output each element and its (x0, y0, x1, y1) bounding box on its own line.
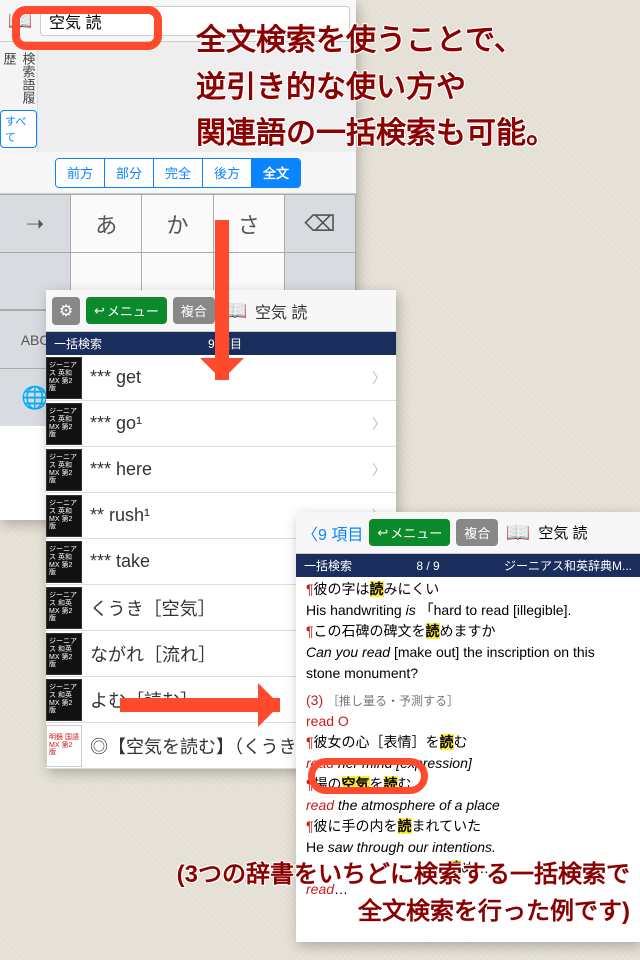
kb-row-1: ➝ あ か さ ⌫ (0, 194, 356, 252)
chevron-right-icon: 〉 (372, 460, 386, 480)
seg-exact[interactable]: 完全 (154, 159, 203, 187)
gear-icon[interactable]: ⚙ (52, 297, 80, 325)
dict-thumb-ej: ジーニアス 英和MX 第2版 (46, 495, 82, 537)
kb-ka[interactable]: か (142, 195, 213, 252)
result-row[interactable]: ジーニアス 英和MX 第2版*** here〉 (46, 447, 396, 493)
banner-pos: 8 / 9 (416, 559, 439, 573)
segment-bar: 前方 部分 完全 後方 全文 (0, 152, 356, 194)
highlight-search (12, 6, 162, 50)
dict-thumb-ej: ジーニアス 英和MX 第2版 (46, 403, 82, 445)
mode-button-2[interactable]: 複合 (173, 297, 215, 324)
dict-thumb-je: ジーニアス 和英MX 第2版 (46, 679, 82, 721)
dict-thumb-ej: ジーニアス 英和MX 第2版 (46, 357, 82, 399)
callout-bottom: (3つの辞書をいちどに検索する一括検索で 全文検索を行った例です) (20, 856, 630, 930)
dict-thumb-je: ジーニアス 和英MX 第2版 (46, 633, 82, 675)
mode-button-3[interactable]: 複合 (456, 519, 498, 546)
seg-forward[interactable]: 前方 (56, 159, 105, 187)
dict-thumb-mk: 明鏡 国語MX 第2版 (46, 725, 82, 767)
menu-button-3[interactable]: ↩メニュー (369, 519, 450, 546)
history-label: 検索語履歴 (0, 46, 42, 110)
chevron-right-icon: 〉 (372, 368, 386, 388)
kb-left-arrow[interactable]: ➝ (0, 195, 71, 252)
banner-dict: ジーニアス和英辞典M... (504, 557, 632, 574)
match-segment[interactable]: 前方 部分 完全 後方 全文 (55, 158, 301, 188)
banner-left-3: 一括検索 (304, 557, 352, 574)
dict-thumb-ej: ジーニアス 英和MX 第2版 (46, 541, 82, 583)
seg-partial[interactable]: 部分 (105, 159, 154, 187)
arrow-right-icon (120, 698, 280, 712)
highlight-example (308, 758, 428, 794)
topbar-3: 〈9 項目 ↩メニュー 複合 📖 空気 読 (296, 512, 640, 554)
result-row[interactable]: ジーニアス 英和MX 第2版*** go¹〉 (46, 401, 396, 447)
search-text-3: 空気 読 (538, 522, 587, 543)
entry-body: ¶彼の字は読みにくい His handwriting is 「hard to r… (296, 577, 640, 902)
menu-button-2[interactable]: ↩メニュー (86, 297, 167, 324)
seg-fulltext[interactable]: 全文 (252, 159, 300, 187)
dict-thumb-ej: ジーニアス 英和MX 第2版 (46, 449, 82, 491)
filter-pill[interactable]: すべて (0, 110, 37, 148)
seg-backward[interactable]: 後方 (203, 159, 252, 187)
callout-top: 全文検索を使うことで、 逆引き的な使い方や 関連語の一括検索も可能。 (196, 18, 556, 158)
history-sidebar: 検索語履歴 すべて (0, 42, 38, 152)
search-text-2: 空気 読 (255, 299, 307, 323)
kb-backspace[interactable]: ⌫ (285, 195, 356, 252)
entry-headword: read O (306, 711, 630, 732)
dict-thumb-je: ジーニアス 和英MX 第2版 (46, 587, 82, 629)
entry-banner: 一括検索 8 / 9 ジーニアス和英辞典M... (296, 554, 640, 577)
arrow-down-icon (215, 220, 229, 380)
back-button[interactable]: 〈9 項目 (302, 521, 363, 545)
banner-left-2: 一括検索 (54, 335, 102, 352)
book-icon-3[interactable]: 📖 (504, 519, 532, 547)
kb-a[interactable]: あ (71, 195, 142, 252)
chevron-right-icon: 〉 (372, 414, 386, 434)
